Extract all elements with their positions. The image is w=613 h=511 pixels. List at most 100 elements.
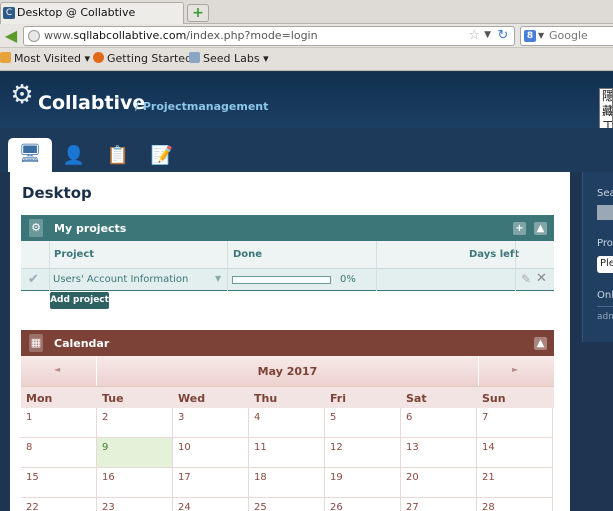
calendar-day[interactable]: 24 (173, 498, 249, 511)
calendar-day[interactable]: 9 (97, 438, 173, 468)
reload-icon[interactable]: ↻ (495, 28, 511, 44)
calendar-day[interactable]: 13 (401, 438, 477, 468)
projects-table-header: Project Done Days left (21, 241, 554, 269)
projects-panel-title: My projects (54, 222, 127, 235)
google-icon[interactable]: 8 (524, 30, 536, 42)
expand-arrow-icon[interactable]: ▼ (215, 274, 221, 283)
calendar-day[interactable]: 28 (477, 498, 553, 511)
calendar-day[interactable]: 20 (401, 468, 477, 498)
calendar-day[interactable]: 8 (21, 438, 97, 468)
calendar-day-number: 28 (482, 502, 495, 511)
calendar-day[interactable]: 10 (173, 438, 249, 468)
calendar-day-number: 23 (102, 502, 115, 511)
bookmark-seed-labs[interactable]: Seed Labs ▾ (189, 52, 269, 65)
calendar-day-number: 15 (26, 472, 39, 483)
tab-notes[interactable]: 📝 (140, 140, 184, 172)
calendar-day-number: 21 (482, 472, 495, 483)
calendar-day[interactable]: 23 (97, 498, 173, 511)
calendar-day[interactable]: 17 (173, 468, 249, 498)
collapse-icon[interactable]: ▲ (534, 337, 547, 350)
collapse-icon[interactable]: ▲ (534, 222, 547, 235)
calendar-day-number: 20 (406, 472, 419, 483)
bookmark-star-icon[interactable]: ☆ (468, 28, 480, 43)
projects-panel-header[interactable]: ⚙ My projects + ▲ (21, 215, 554, 241)
calendar-day[interactable]: 14 (477, 438, 553, 468)
calendar-day[interactable]: 5 (325, 408, 401, 438)
app-logo-subtitle: / Projectmanagement (135, 100, 269, 113)
col-days-left[interactable]: Days left (469, 249, 519, 260)
right-sidebar: Sea Pro Ple Onl adm (582, 172, 613, 342)
calendar-day[interactable]: 21 (477, 468, 553, 498)
back-button[interactable]: ◀ (2, 27, 20, 45)
calendar-day[interactable]: 18 (249, 468, 325, 498)
calendar-weekdays: Mon Tue Wed Thu Fri Sat Sun (21, 386, 554, 408)
column-divider (49, 241, 50, 291)
sidebar-search-input[interactable] (597, 205, 613, 220)
calendar-day-number: 27 (406, 502, 419, 511)
app-logo[interactable]: Collabtive (38, 92, 145, 114)
projects-table: Project Done Days left ✔ Users' Account … (21, 241, 554, 291)
calendar-day[interactable]: 25 (249, 498, 325, 511)
calendar-day-number: 25 (254, 502, 267, 511)
browser-tab[interactable]: C Desktop @ Collabtive (0, 2, 184, 24)
star-icon (0, 52, 11, 63)
column-divider (376, 241, 377, 291)
search-input[interactable]: Google (549, 29, 588, 42)
delete-icon[interactable]: ✕ (536, 271, 547, 286)
weekday-header: Sun (482, 392, 506, 405)
calendar-day[interactable]: 27 (401, 498, 477, 511)
calendar-day[interactable]: 16 (97, 468, 173, 498)
project-select[interactable]: Ple (597, 256, 613, 273)
calendar-day[interactable]: 11 (249, 438, 325, 468)
calendar-day[interactable]: 6 (401, 408, 477, 438)
new-tab-button[interactable]: + (187, 4, 209, 22)
search-engine-dropdown-icon[interactable]: ▼ (538, 31, 544, 40)
progress-percent: 0% (340, 274, 356, 285)
project-link[interactable]: Users' Account Information (53, 274, 188, 285)
tab-desktop[interactable]: 🖥 (8, 138, 52, 172)
browser-nav-bar: ◀ www.sqllabcollabtive.com/index.php?mod… (0, 24, 613, 48)
calendar-panel-title: Calendar (54, 337, 110, 350)
calendar-day-number: 18 (254, 472, 267, 483)
bookmark-getting-started[interactable]: Getting Started (93, 52, 192, 65)
calendar-day[interactable]: 15 (21, 468, 97, 498)
url-dropdown-icon[interactable]: ▼ (484, 30, 491, 40)
add-project-button[interactable]: Add project (50, 292, 109, 309)
add-icon[interactable]: + (513, 222, 526, 235)
calendar-day[interactable]: 1 (21, 408, 97, 438)
online-user[interactable]: adm (597, 312, 613, 322)
project-label: Pro (597, 238, 613, 249)
calendar-day-number: 10 (178, 442, 191, 453)
calendar-day-number: 6 (406, 412, 413, 423)
search-bar[interactable]: 8 ▼ Google (520, 26, 613, 46)
weekday-header: Wed (178, 392, 206, 405)
calendar-day-number: 2 (102, 412, 109, 423)
bookmarks-bar: Most Visited ▾ Getting Started Seed Labs… (0, 48, 613, 71)
next-month-button[interactable]: ► (512, 365, 518, 374)
calendar-day[interactable]: 7 (477, 408, 553, 438)
col-done[interactable]: Done (233, 249, 262, 260)
calendar-day[interactable]: 26 (325, 498, 401, 511)
url-text[interactable]: www.sqllabcollabtive.com/index.php?mode=… (44, 29, 318, 42)
globe-icon (28, 30, 40, 42)
calendar-day-number: 22 (26, 502, 39, 511)
calendar-day-number: 13 (406, 442, 419, 453)
table-row: ✔ Users' Account Information ▼ 0% ✎ ✕ (21, 269, 554, 291)
url-bar[interactable]: www.sqllabcollabtive.com/index.php?mode=… (23, 26, 515, 46)
calendar-day[interactable]: 2 (97, 408, 173, 438)
weekday-header: Sat (406, 392, 427, 405)
check-icon[interactable]: ✔ (28, 272, 39, 287)
col-project[interactable]: Project (54, 249, 94, 260)
bookmark-most-visited[interactable]: Most Visited ▾ (0, 52, 90, 65)
tab-profile[interactable]: 👤 (52, 140, 96, 172)
divider (478, 356, 479, 386)
calendar-day[interactable]: 3 (173, 408, 249, 438)
calendar-day[interactable]: 19 (325, 468, 401, 498)
tab-tasks[interactable]: 📋 (96, 140, 140, 172)
column-divider (515, 241, 516, 291)
calendar-day[interactable]: 22 (21, 498, 97, 511)
calendar-day[interactable]: 12 (325, 438, 401, 468)
calendar-day[interactable]: 4 (249, 408, 325, 438)
calendar-panel-header[interactable]: ▦ Calendar ▲ (21, 330, 554, 356)
edit-icon[interactable]: ✎ (521, 272, 531, 286)
